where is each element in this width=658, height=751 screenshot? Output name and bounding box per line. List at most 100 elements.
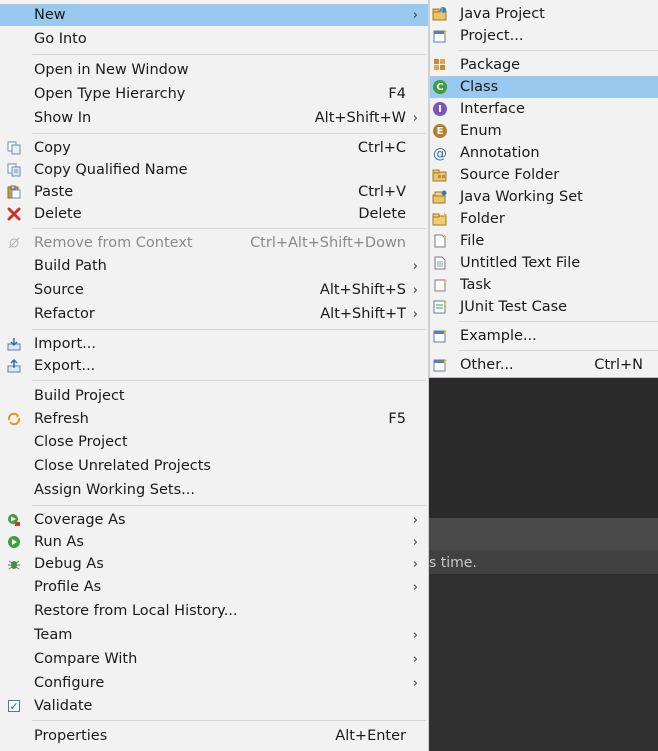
submenu-item-package[interactable]: Package <box>430 54 658 76</box>
new-submenu: J Java Project Project... Package C Clas… <box>429 0 658 378</box>
menu-item-label: Debug As <box>34 556 104 572</box>
menu-item-label: Properties <box>34 728 108 744</box>
project-icon <box>432 28 448 44</box>
submenu-arrow-icon: › <box>412 675 418 691</box>
submenu-item-java-project[interactable]: J Java Project <box>430 3 658 25</box>
submenu-item-java-working-set[interactable]: Java Working Set <box>430 186 658 208</box>
menu-item-close-project[interactable]: Close Project <box>0 431 428 453</box>
menu-item-open-type-hierarchy[interactable]: Open Type Hierarchy F4 <box>0 83 428 105</box>
view-tab-bar <box>429 518 658 550</box>
submenu-item-source-folder[interactable]: Source Folder <box>430 164 658 186</box>
paste-icon <box>6 184 22 200</box>
submenu-item-untitled-text-file[interactable]: Untitled Text File <box>430 252 658 274</box>
submenu-item-junit-test-case[interactable]: JUnit Test Case <box>430 296 658 318</box>
menu-item-build-path[interactable]: Build Path › <box>0 255 428 277</box>
menu-item-label: Build Path <box>34 258 107 274</box>
menu-item-label: Refactor <box>34 306 95 322</box>
menu-item-show-in[interactable]: Show In Alt+Shift+W › <box>0 107 428 129</box>
working-set-icon <box>432 189 448 205</box>
menu-item-label: Open in New Window <box>34 62 189 78</box>
menu-item-label: Show In <box>34 110 92 126</box>
menu-item-label: Open Type Hierarchy <box>34 86 186 102</box>
submenu-item-folder[interactable]: Folder <box>430 208 658 230</box>
svg-text:J: J <box>440 8 442 14</box>
submenu-item-class[interactable]: C Class <box>430 76 658 98</box>
menu-item-compare-with[interactable]: Compare With › <box>0 648 428 670</box>
menu-item-open-in-new-window[interactable]: Open in New Window <box>0 59 428 81</box>
menu-item-go-into[interactable]: Go Into <box>0 28 428 50</box>
menu-item-delete[interactable]: Delete Delete <box>0 203 428 225</box>
menu-item-shortcut: Alt+Shift+W <box>314 110 406 126</box>
submenu-arrow-icon: › <box>412 534 418 550</box>
menu-item-refresh[interactable]: Refresh F5 <box>0 408 428 430</box>
menu-separator <box>458 321 658 322</box>
submenu-item-interface[interactable]: I Interface <box>430 98 658 120</box>
menu-item-build-project[interactable]: Build Project <box>0 385 428 407</box>
menu-item-coverage-as[interactable]: Coverage As › <box>0 509 428 531</box>
copy-qualified-icon <box>6 162 22 178</box>
menu-item-label: Export... <box>34 358 96 374</box>
submenu-item-label: File <box>460 233 485 249</box>
copy-icon <box>6 140 22 156</box>
coverage-icon <box>6 512 22 528</box>
submenu-arrow-icon: › <box>412 556 418 572</box>
submenu-arrow-icon: › <box>412 651 418 667</box>
menu-item-copy[interactable]: Copy Ctrl+C <box>0 137 428 159</box>
delete-icon <box>6 206 22 222</box>
submenu-item-label: Untitled Text File <box>460 255 581 271</box>
menu-item-import[interactable]: Import... <box>0 333 428 355</box>
menu-separator <box>32 329 426 330</box>
file-icon <box>432 233 448 249</box>
task-icon <box>432 277 448 293</box>
menu-item-shortcut: Ctrl+C <box>357 140 406 156</box>
menu-item-team[interactable]: Team › <box>0 624 428 646</box>
submenu-item-shortcut: Ctrl+N <box>594 357 643 373</box>
refresh-icon <box>6 411 22 427</box>
submenu-arrow-icon: › <box>412 627 418 643</box>
submenu-item-annotation[interactable]: @ Annotation <box>430 142 658 164</box>
menu-item-refactor[interactable]: Refactor Alt+Shift+T › <box>0 303 428 325</box>
menu-item-debug-as[interactable]: Debug As › <box>0 553 428 575</box>
menu-item-shortcut: Alt+Shift+S <box>319 282 406 298</box>
menu-item-source[interactable]: Source Alt+Shift+S › <box>0 279 428 301</box>
view-body <box>429 574 658 751</box>
menu-item-close-unrelated-projects[interactable]: Close Unrelated Projects <box>0 455 428 477</box>
annotation-icon: @ <box>432 145 448 161</box>
import-icon <box>6 336 22 352</box>
submenu-item-enum[interactable]: E Enum <box>430 120 658 142</box>
submenu-item-other[interactable]: Other... Ctrl+N <box>430 354 658 376</box>
submenu-item-file[interactable]: File <box>430 230 658 252</box>
validate-checkbox-icon: ✓ <box>8 700 20 713</box>
menu-item-restore-from-local-history[interactable]: Restore from Local History... <box>0 600 428 622</box>
submenu-arrow-icon: › <box>412 579 418 595</box>
menu-item-label: Run As <box>34 534 84 550</box>
menu-item-shortcut: Delete <box>358 206 406 222</box>
submenu-item-project[interactable]: Project... <box>430 25 658 47</box>
menu-item-label: Paste <box>34 184 74 200</box>
submenu-item-label: Class <box>460 79 499 95</box>
export-icon <box>6 358 22 374</box>
menu-item-paste[interactable]: Paste Ctrl+V <box>0 181 428 203</box>
menu-item-shortcut: F4 <box>388 86 406 102</box>
editor-panel <box>429 378 658 518</box>
class-icon: C <box>432 79 448 95</box>
submenu-item-task[interactable]: Task <box>430 274 658 296</box>
submenu-arrow-icon: › <box>412 282 418 298</box>
menu-item-label: Delete <box>34 206 82 222</box>
menu-item-properties[interactable]: Properties Alt+Enter <box>0 725 428 747</box>
menu-item-configure[interactable]: Configure › <box>0 672 428 694</box>
menu-item-copy-qualified-name[interactable]: Copy Qualified Name <box>0 159 428 181</box>
submenu-item-label: Example... <box>460 328 537 344</box>
menu-item-profile-as[interactable]: Profile As › <box>0 576 428 598</box>
menu-item-validate[interactable]: ✓ Validate <box>0 695 428 717</box>
menu-item-label: Refresh <box>34 411 89 427</box>
menu-separator <box>458 50 658 51</box>
menu-item-assign-working-sets[interactable]: Assign Working Sets... <box>0 479 428 501</box>
menu-item-run-as[interactable]: Run As › <box>0 531 428 553</box>
menu-item-new[interactable]: New › <box>0 4 428 26</box>
submenu-item-label: Java Project <box>460 6 545 22</box>
submenu-item-label: Java Working Set <box>460 189 583 205</box>
submenu-item-example[interactable]: Example... <box>430 325 658 347</box>
menu-item-export[interactable]: Export... <box>0 355 428 377</box>
submenu-item-label: Source Folder <box>460 167 560 183</box>
